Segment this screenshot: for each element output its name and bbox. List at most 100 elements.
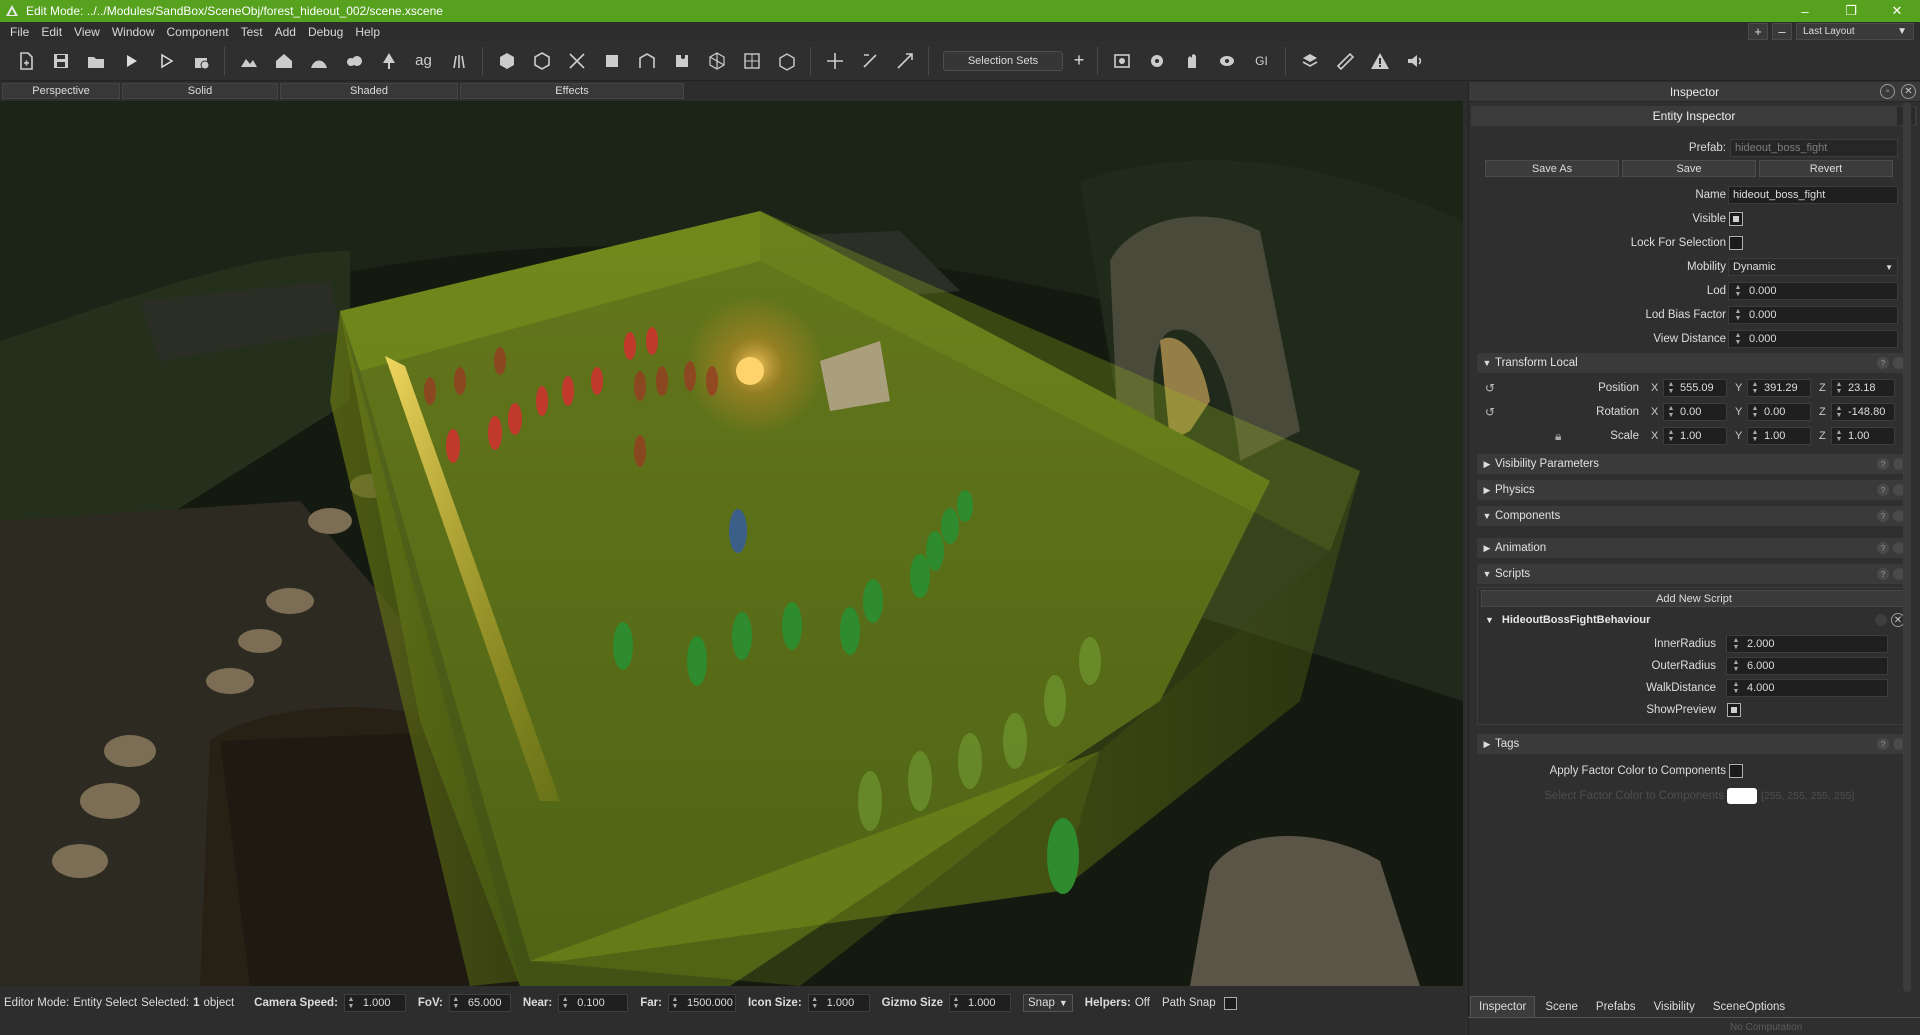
apply-factor-checkbox[interactable] xyxy=(1729,764,1743,778)
position-z-input[interactable]: ▲ ▼ 23.18 xyxy=(1831,379,1895,397)
play-icon[interactable] xyxy=(115,46,146,76)
spinner-arrows-icon[interactable]: ▲ ▼ xyxy=(559,996,571,1010)
eye-layer-icon[interactable] xyxy=(1211,46,1242,76)
lod-bias-input[interactable]: ▲ ▼ 0.000 xyxy=(1728,306,1898,324)
ruler-icon[interactable] xyxy=(1329,46,1360,76)
spinner-arrows-icon[interactable]: ▲ ▼ xyxy=(1834,405,1844,419)
spinner-arrows-icon[interactable]: ▲ ▼ xyxy=(1733,332,1743,346)
tree-icon[interactable] xyxy=(373,46,404,76)
help-icon[interactable]: ? xyxy=(1877,542,1889,554)
add-layout-button[interactable]: + xyxy=(1748,23,1768,40)
help-icon[interactable]: ? xyxy=(1877,357,1889,369)
tab-scene-options[interactable]: SceneOptions xyxy=(1704,996,1794,1017)
menu-component[interactable]: Component xyxy=(161,25,235,39)
inspector-scrollbar[interactable] xyxy=(1903,102,1911,992)
scene-viewport[interactable] xyxy=(0,101,1463,986)
tab-inspector[interactable]: Inspector xyxy=(1470,996,1536,1017)
snap-dropdown[interactable]: Snap ▼ xyxy=(1023,994,1073,1012)
path-snap-checkbox[interactable] xyxy=(1223,996,1237,1010)
lod-input[interactable]: ▲ ▼ 0.000 xyxy=(1728,282,1898,300)
reset-position-icon[interactable]: ↺ xyxy=(1485,381,1495,395)
help-icon[interactable]: ? xyxy=(1877,738,1889,750)
spinner-arrows-icon[interactable]: ▲ ▼ xyxy=(1834,429,1844,443)
cube-icon[interactable] xyxy=(491,46,522,76)
volume-icon[interactable] xyxy=(771,46,802,76)
tab-effects[interactable]: Effects xyxy=(460,83,684,99)
sound-icon[interactable] xyxy=(1399,46,1430,76)
terrain-icon[interactable] xyxy=(233,46,264,76)
lock-checkbox[interactable] xyxy=(1729,236,1743,250)
menu-edit[interactable]: Edit xyxy=(35,25,68,39)
object-icon[interactable] xyxy=(596,46,627,76)
menu-window[interactable]: Window xyxy=(106,25,161,39)
help-icon[interactable]: ? xyxy=(1877,568,1889,580)
near-input[interactable]: ▲ ▼ 0.100 xyxy=(558,994,629,1012)
helpers-value[interactable]: Off xyxy=(1135,997,1150,1009)
section-components[interactable]: ▼ Components ? xyxy=(1477,506,1911,526)
play-outline-icon[interactable] xyxy=(150,46,181,76)
far-input[interactable]: ▲ ▼ 1500.000 xyxy=(667,994,736,1012)
scale-x-input[interactable]: ▲ ▼ 1.00 xyxy=(1663,427,1727,445)
spinner-arrows-icon[interactable]: ▲ ▼ xyxy=(1834,381,1844,395)
lock-scale-icon[interactable]: 🔒︎ xyxy=(1555,429,1561,444)
spinner-arrows-icon[interactable]: ▲ ▼ xyxy=(1666,381,1676,395)
section-animation[interactable]: ▶ Animation ? xyxy=(1477,538,1911,558)
section-transform[interactable]: ▼ Transform Local ? xyxy=(1477,353,1911,373)
menu-test[interactable]: Test xyxy=(235,25,269,39)
minimize-button[interactable]: – xyxy=(1782,0,1828,22)
tab-perspective[interactable]: Perspective xyxy=(2,83,120,99)
material-icon[interactable] xyxy=(1294,46,1325,76)
spinner-arrows-icon[interactable]: ▲ ▼ xyxy=(450,996,462,1010)
scale-z-input[interactable]: ▲ ▼ 1.00 xyxy=(1831,427,1895,445)
position-x-input[interactable]: ▲ ▼ 555.09 xyxy=(1663,379,1727,397)
help-icon[interactable]: ? xyxy=(1877,458,1889,470)
gi-icon[interactable]: GI xyxy=(1246,46,1277,76)
tab-shaded[interactable]: Shaded xyxy=(280,83,458,99)
rotation-z-input[interactable]: ▲ ▼ -148.80 xyxy=(1831,403,1895,421)
spinner-arrows-icon[interactable]: ▲ ▼ xyxy=(1733,308,1743,322)
tab-visibility[interactable]: Visibility xyxy=(1645,996,1703,1017)
view-distance-input[interactable]: ▲ ▼ 0.000 xyxy=(1728,330,1898,348)
close-panel-icon[interactable]: ✕ xyxy=(1901,84,1916,99)
icon-size-input[interactable]: ▲ ▼ 1.000 xyxy=(807,994,870,1012)
save-as-button[interactable]: Save As xyxy=(1485,160,1619,177)
name-input[interactable]: hideout_boss_fight xyxy=(1728,186,1898,204)
rotation-y-input[interactable]: ▲ ▼ 0.00 xyxy=(1747,403,1811,421)
puzzle-icon[interactable] xyxy=(666,46,697,76)
visible-checkbox[interactable] xyxy=(1729,212,1743,226)
gizmo-size-input[interactable]: ▲ ▼ 1.000 xyxy=(949,994,1012,1012)
spinner-arrows-icon[interactable]: ▲ ▼ xyxy=(669,996,681,1010)
menu-file[interactable]: File xyxy=(4,25,35,39)
menu-help[interactable]: Help xyxy=(349,25,386,39)
move-gizmo-icon[interactable] xyxy=(819,46,850,76)
menu-view[interactable]: View xyxy=(68,25,106,39)
camera-speed-input[interactable]: ▲ ▼ 1.000 xyxy=(343,994,406,1012)
open-folder-icon[interactable] xyxy=(80,46,111,76)
remove-layout-button[interactable]: – xyxy=(1772,23,1792,40)
scatter-icon[interactable] xyxy=(561,46,592,76)
tab-prefabs[interactable]: Prefabs xyxy=(1587,996,1644,1017)
house-icon[interactable] xyxy=(268,46,299,76)
close-button[interactable]: ✕ xyxy=(1874,0,1920,22)
section-physics[interactable]: ▶ Physics ? xyxy=(1477,480,1911,500)
scale-y-input[interactable]: ▲ ▼ 1.00 xyxy=(1747,427,1811,445)
hand-icon[interactable] xyxy=(1176,46,1207,76)
spinner-arrows-icon[interactable]: ▲ ▼ xyxy=(1750,405,1760,419)
spinner-arrows-icon[interactable]: ▲ ▼ xyxy=(950,996,962,1010)
section-scripts[interactable]: ▼ Scripts ? xyxy=(1477,564,1911,584)
spinner-arrows-icon[interactable]: ▲ ▼ xyxy=(1750,381,1760,395)
menu-debug[interactable]: Debug xyxy=(302,25,349,39)
cube-add-icon[interactable] xyxy=(526,46,557,76)
spinner-arrows-icon[interactable]: ▲ ▼ xyxy=(345,996,357,1010)
selection-sets-dropdown[interactable]: Selection Sets xyxy=(943,50,1063,71)
deploy-icon[interactable] xyxy=(185,46,216,76)
spinner-arrows-icon[interactable]: ▲ ▼ xyxy=(1666,429,1676,443)
factor-color-swatch[interactable] xyxy=(1727,788,1757,804)
spinner-arrows-icon[interactable]: ▲ ▼ xyxy=(1750,429,1760,443)
save-button[interactable]: Save xyxy=(1622,160,1756,177)
position-y-input[interactable]: ▲ ▼ 391.29 xyxy=(1747,379,1811,397)
section-visibility[interactable]: ▶ Visibility Parameters ? xyxy=(1477,454,1911,474)
spinner-arrows-icon[interactable]: ▲ ▼ xyxy=(1666,405,1676,419)
maximize-button[interactable]: ❐ xyxy=(1828,0,1874,22)
mesh-icon[interactable] xyxy=(631,46,662,76)
